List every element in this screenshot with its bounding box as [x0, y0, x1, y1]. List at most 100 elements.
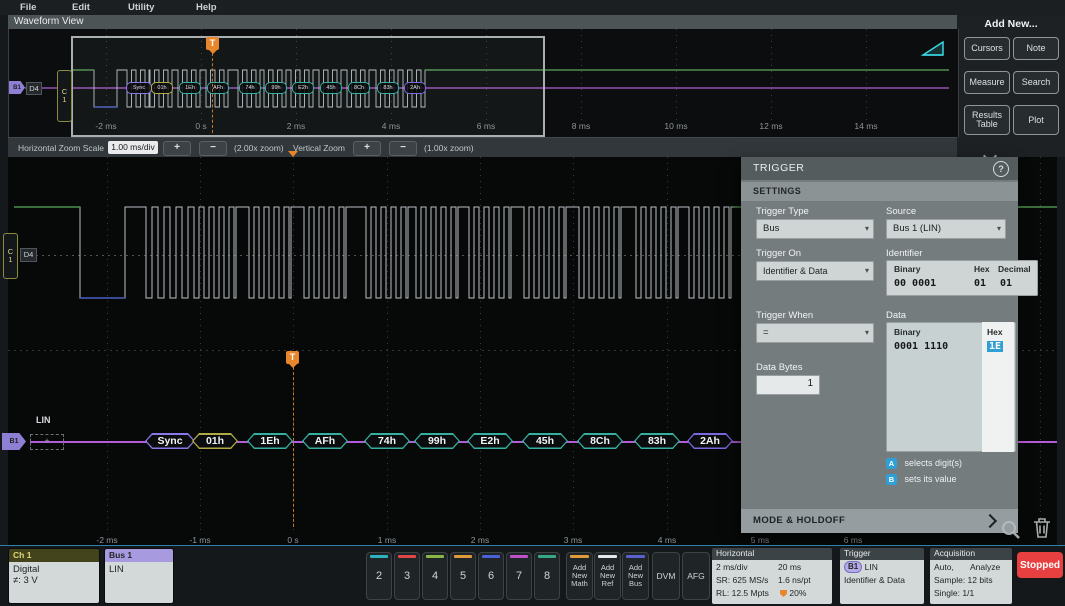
- trash-icon[interactable]: [1032, 516, 1052, 540]
- channel-5-button[interactable]: 5: [450, 552, 476, 600]
- data-hex-value[interactable]: 1E: [987, 341, 1003, 352]
- identifier-decimal-value[interactable]: 01: [1000, 278, 1012, 289]
- channel-handle[interactable]: C 1: [57, 70, 72, 122]
- bus-badge[interactable]: B1: [2, 433, 26, 450]
- add-new-ref-button[interactable]: Add New Ref: [594, 552, 621, 600]
- axis-tick: 6 ms: [477, 121, 495, 131]
- trigger-on-dropdown[interactable]: Identifier & Data ▾: [756, 261, 874, 281]
- waveform-view-header: Waveform View: [8, 15, 957, 30]
- oscilloscope-app: File Edit Utility Help Waveform View Add…: [0, 0, 1065, 606]
- trigger-panel-header[interactable]: TRIGGER ?: [741, 157, 1018, 180]
- add-new-bus-label: Add New Bus: [623, 564, 648, 588]
- zoom-tool-icon[interactable]: [1000, 519, 1022, 541]
- v-zoom-plus-button[interactable]: +: [353, 141, 381, 156]
- trigger-flag-icon[interactable]: T: [206, 37, 219, 50]
- identifier-label: Identifier: [886, 248, 922, 259]
- channel-7-label: 7: [516, 570, 522, 582]
- help-icon[interactable]: ?: [993, 161, 1009, 177]
- data-bytes-label: Data Bytes: [756, 362, 802, 373]
- channel-3-button[interactable]: 3: [394, 552, 420, 600]
- bus-1-name: Bus 1: [105, 549, 173, 562]
- add-new-title: Add New...: [957, 18, 1065, 30]
- menu-utility[interactable]: Utility: [128, 2, 154, 13]
- decode-label: 2Ah: [700, 435, 720, 447]
- acquisition-info-box[interactable]: Acquisition Auto,Analyze Sample: 12 bits…: [930, 548, 1012, 604]
- settings-tab[interactable]: SETTINGS: [741, 182, 1018, 201]
- channel-7-color: [510, 555, 528, 558]
- bus-1-badge[interactable]: Bus 1 LIN: [104, 548, 174, 604]
- identifier-hex-value[interactable]: 01: [974, 278, 986, 289]
- mode-holdoff-section[interactable]: MODE & HOLDOFF: [741, 509, 1018, 533]
- trigger-flag-icon[interactable]: T: [286, 351, 299, 364]
- results-table-button[interactable]: Results Table: [964, 105, 1010, 135]
- plot-button[interactable]: Plot: [1013, 105, 1059, 135]
- menu-edit[interactable]: Edit: [72, 2, 90, 13]
- add-new-bus-button[interactable]: Add New Bus: [622, 552, 649, 600]
- trigger-when-label: Trigger When: [756, 310, 813, 321]
- data-label: Data: [886, 310, 906, 321]
- cursors-button[interactable]: Cursors: [964, 37, 1010, 60]
- identifier-box[interactable]: Binary Hex Decimal 00 0001 01 01: [886, 260, 1038, 296]
- dvm-label: DVM: [657, 571, 676, 581]
- knob-a-hint-text: selects digit(s): [905, 458, 963, 468]
- menu-help[interactable]: Help: [196, 2, 217, 13]
- menu-file[interactable]: File: [20, 2, 36, 13]
- channel-8-button[interactable]: 8: [534, 552, 560, 600]
- source-value: Bus 1 (LIN): [893, 223, 941, 234]
- trigger-when-dropdown[interactable]: = ▾: [756, 323, 874, 343]
- channel-1-details: Digital ≠: 3 V: [9, 562, 99, 604]
- v-zoom-label: Vertical Zoom: [293, 143, 345, 153]
- afg-button[interactable]: AFG: [682, 552, 710, 600]
- channel-8-label: 8: [544, 570, 550, 582]
- trigger-position-icon[interactable]: [288, 151, 298, 157]
- add-new-math-button[interactable]: Add New Math: [566, 552, 593, 600]
- measure-button[interactable]: Measure: [964, 71, 1010, 94]
- data-binary-value[interactable]: 0001 1110: [894, 341, 948, 352]
- trigger-position-percent: 20%: [789, 588, 806, 598]
- stopped-button[interactable]: Stopped: [1017, 552, 1063, 578]
- mini-decode-data: 74h: [239, 82, 261, 94]
- channel-1-badge[interactable]: Ch 1 Digital ≠: 3 V: [8, 548, 100, 604]
- trigger-when-value: =: [763, 327, 769, 338]
- waveform-overview[interactable]: Sync 01h 1Eh AFh 74h 99h E2h 45h 8Ch 83h…: [8, 29, 959, 137]
- data-box[interactable]: Binary Hex 0001 1110 1E: [886, 322, 1016, 452]
- channel-7-button[interactable]: 7: [506, 552, 532, 600]
- source-dropdown[interactable]: Bus 1 (LIN) ▾: [886, 219, 1006, 239]
- ref-color: [598, 555, 617, 558]
- channel-6-button[interactable]: 6: [478, 552, 504, 600]
- horizontal-info-box[interactable]: Horizontal 2 ms/div20 ms SR: 625 MS/s1.6…: [712, 548, 832, 604]
- identifier-decimal-header: Decimal: [998, 264, 1031, 274]
- h-zoom-scale-value[interactable]: 1.00 ms/div: [108, 141, 158, 154]
- axis-tick: -2 ms: [95, 121, 116, 131]
- axis-tick: 14 ms: [854, 121, 877, 131]
- data-bytes-value: 1: [807, 378, 813, 389]
- channel-2-color: [370, 555, 388, 558]
- search-button[interactable]: Search: [1013, 71, 1059, 94]
- search-mark-icon[interactable]: [921, 41, 945, 57]
- axis-tick: 1 ms: [378, 535, 396, 545]
- h-zoom-plus-button[interactable]: +: [163, 141, 191, 156]
- mini-decode-sync: Sync: [126, 82, 152, 94]
- math-color: [570, 555, 589, 558]
- acquisition-title: Acquisition: [930, 548, 1012, 560]
- identifier-binary-value[interactable]: 00 0001: [894, 278, 936, 289]
- v-zoom-minus-button[interactable]: −: [389, 141, 417, 156]
- acq-single: Single: 1/1: [934, 588, 974, 598]
- settings-tab-label: SETTINGS: [753, 186, 801, 196]
- note-button[interactable]: Note: [1013, 37, 1059, 60]
- h-zoom-minus-button[interactable]: −: [199, 141, 227, 156]
- axis-tick: 8 ms: [572, 121, 590, 131]
- mini-decode-data: AFh: [207, 82, 229, 94]
- trigger-type-dropdown[interactable]: Bus ▾: [756, 219, 874, 239]
- dvm-button[interactable]: DVM: [652, 552, 680, 600]
- channel-handle[interactable]: C 1: [3, 233, 18, 279]
- data-bytes-input[interactable]: 1: [756, 375, 820, 395]
- trigger-info-box[interactable]: Trigger B1 LIN Identifier & Data: [840, 548, 924, 604]
- axis-tick: 12 ms: [759, 121, 782, 131]
- knob-b-icon: B: [886, 474, 897, 485]
- horizontal-window: 20 ms: [778, 561, 801, 574]
- channel-2-button[interactable]: 2: [366, 552, 392, 600]
- add-new-panel: Add New... Cursors Note Measure Search R…: [957, 15, 1065, 157]
- channel-4-button[interactable]: 4: [422, 552, 448, 600]
- decode-id: 01h: [192, 433, 238, 449]
